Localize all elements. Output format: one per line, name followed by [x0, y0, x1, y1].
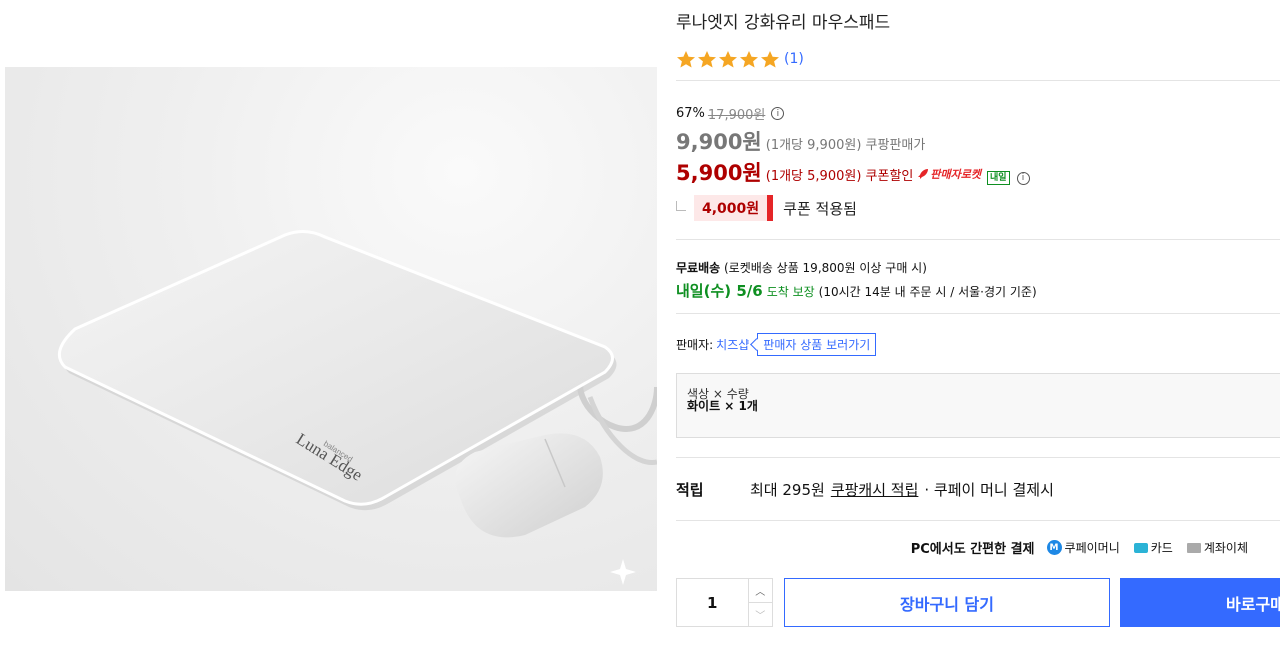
product-info-panel: 루나엣지 강화유리 마우스패드 (1) 67% 17,900원 i 9,900원…	[676, 0, 1280, 648]
divider	[676, 520, 1280, 521]
cashback-title: 적립	[676, 481, 704, 499]
rating[interactable]: (1)	[676, 50, 804, 68]
quantity-decrease-icon[interactable]: ﹀	[748, 602, 772, 626]
sale-price-row: 9,900원 (1개당 9,900원) 쿠팡판매가	[676, 126, 925, 156]
arrival-label: 도착 보장	[766, 285, 815, 299]
star-icon	[698, 51, 716, 68]
original-price: 17,900원	[707, 108, 766, 123]
payment-money: M 쿠페이머니	[1046, 539, 1120, 556]
card-icon	[1133, 542, 1148, 553]
buy-now-button[interactable]: 바로구매	[1120, 578, 1280, 627]
payment-money-label: 쿠페이머니	[1064, 541, 1120, 555]
cashback-suffix: · 쿠페이 머니 결제시	[924, 481, 1054, 499]
cashback-prefix: 최대 295원	[750, 481, 825, 499]
coupon-applied-text: 쿠폰 적용됨	[783, 199, 857, 218]
payment-card-label: 카드	[1150, 541, 1173, 555]
quantity-increase-icon[interactable]: ︿	[749, 579, 773, 602]
bank-icon	[1186, 542, 1201, 553]
sale-price: 9,900원	[676, 130, 762, 154]
cashback-row: 적립 최대 295원 쿠팡캐시 적립 · 쿠페이 머니 결제시	[676, 479, 1054, 500]
tree-line-icon	[676, 201, 686, 211]
star-icon	[761, 51, 779, 68]
info-icon[interactable]: i	[1016, 171, 1030, 185]
payment-bank: 계좌이체	[1186, 539, 1248, 556]
seller-label: 판매자:	[676, 338, 714, 352]
divider	[676, 80, 1280, 81]
product-title: 루나엣지 강화유리 마우스패드	[676, 13, 891, 33]
divider	[676, 313, 1280, 314]
selected-option-box[interactable]: 색상 × 수량 화이트 × 1개	[676, 373, 1280, 438]
payment-bank-label: 계좌이체	[1203, 541, 1248, 555]
discount-row: 67% 17,900원 i	[676, 104, 785, 123]
arrival-date: 내일(수) 5/6	[676, 282, 763, 300]
info-icon[interactable]: i	[771, 107, 785, 120]
coupon-amount-chip: 4,000원	[694, 195, 774, 221]
free-shipping-row: 무료배송 (로켓배송 상품 19,800원 이상 구매 시)	[676, 259, 927, 276]
seller-products-link[interactable]: 판매자 상품 보러가기	[757, 333, 877, 356]
divider	[676, 457, 1280, 458]
payment-card: 카드	[1133, 539, 1173, 556]
product-image: Luna Edge balanced	[5, 67, 657, 591]
star-icon	[677, 51, 695, 68]
payment-methods-row: PC에서도 간편한 결제 M 쿠페이머니 카드 계좌이체	[676, 538, 1280, 557]
star-icon	[719, 51, 737, 68]
seller-name-link[interactable]: 치즈샵	[716, 336, 749, 353]
seller-row: 판매자: 치즈샵 판매자 상품 보러가기	[676, 333, 877, 356]
quantity-buttons: ︿ ﹀	[747, 579, 773, 626]
coupon-price: 5,900원	[676, 161, 762, 185]
review-count-link[interactable]: (1)	[784, 51, 804, 67]
option-label: 색상 × 수량	[687, 387, 749, 401]
quantity-stepper[interactable]: 1 ︿ ﹀	[676, 578, 773, 627]
rocket-icon	[918, 169, 929, 179]
coupon-price-row: 5,900원 (1개당 5,900원) 쿠폰할인 판매자로켓 내일 i	[676, 157, 1030, 187]
coupon-price-unit: (1개당 5,900원) 쿠폰할인	[765, 169, 914, 184]
seller-rocket-label: 판매자로켓	[930, 168, 981, 181]
star-icon	[740, 51, 758, 68]
seller-rocket-badge: 판매자로켓	[917, 166, 981, 182]
coupon-applied-row: 4,000원 쿠폰 적용됨	[676, 195, 857, 221]
arrival-row: 내일(수) 5/6 도착 보장 (10시간 14분 내 주문 시 / 서울·경기…	[676, 280, 1037, 301]
payment-title: PC에서도 간편한 결제	[910, 542, 1035, 557]
coupay-money-icon: M	[1046, 540, 1062, 555]
quantity-input[interactable]: 1	[677, 579, 748, 626]
free-shipping-label: 무료배송	[676, 261, 721, 275]
discount-rate: 67%	[676, 106, 705, 121]
sale-price-unit: (1개당 9,900원) 쿠팡판매가	[765, 138, 926, 153]
add-to-cart-button[interactable]: 장바구니 담기	[784, 578, 1110, 627]
free-shipping-condition: (로켓배송 상품 19,800원 이상 구매 시)	[724, 261, 927, 275]
tomorrow-badge: 내일	[986, 171, 1010, 185]
arrival-condition: (10시간 14분 내 주문 시 / 서울·경기 기준)	[818, 285, 1037, 299]
coupang-cash-link[interactable]: 쿠팡캐시 적립	[831, 479, 919, 500]
option-value: 화이트 × 1개	[687, 399, 758, 413]
divider	[676, 239, 1280, 240]
rating-stars	[676, 50, 780, 68]
